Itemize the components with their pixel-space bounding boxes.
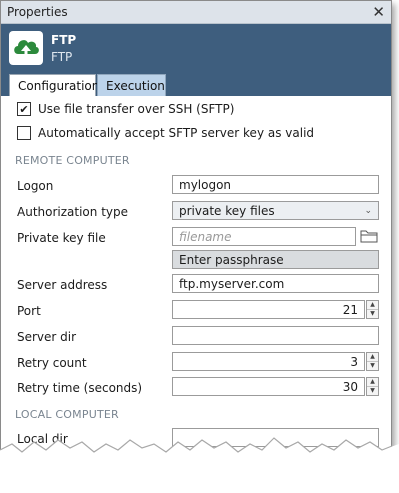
port-up-icon[interactable]: ▲	[367, 301, 378, 310]
retry-count-down-icon[interactable]: ▼	[367, 362, 378, 370]
chevron-down-icon: ⌄	[364, 205, 372, 216]
window-title: Properties	[7, 5, 68, 19]
server-dir-label: Server dir	[17, 330, 77, 344]
item-subtitle: FTP	[51, 49, 73, 64]
sftp-option[interactable]: ✔ Use file transfer over SSH (SFTP)	[17, 102, 234, 116]
properties-window: Properties ✕ FTP FTP Configuration Execu…	[0, 0, 392, 464]
close-icon[interactable]: ✕	[372, 4, 385, 20]
cloud-upload-icon	[9, 31, 43, 65]
retry-count-input[interactable]: 3	[172, 352, 365, 371]
sftp-label: Use file transfer over SSH (SFTP)	[38, 102, 235, 116]
retry-time-label: Retry time (seconds)	[17, 381, 143, 395]
retry-time-up-icon[interactable]: ▲	[367, 378, 378, 387]
title-bar: Properties ✕	[1, 1, 391, 24]
retry-time-input[interactable]: 30	[172, 377, 365, 396]
port-stepper[interactable]: ▲ ▼	[366, 300, 379, 319]
retry-count-stepper[interactable]: ▲ ▼	[366, 352, 379, 371]
logon-input[interactable]: mylogon	[172, 175, 379, 194]
remote-section-heading: REMOTE COMPUTER	[15, 154, 130, 167]
local-section-heading: LOCAL COMPUTER	[15, 408, 119, 421]
tab-execution[interactable]: Execution	[97, 74, 166, 96]
enter-passphrase-button[interactable]: Enter passphrase	[172, 250, 379, 269]
folder-icon[interactable]	[360, 229, 378, 246]
auth-type-value: private key files	[179, 203, 275, 218]
auth-type-label: Authorization type	[17, 205, 128, 219]
retry-count-up-icon[interactable]: ▲	[367, 353, 378, 362]
tab-strip: Configuration Execution	[1, 72, 391, 96]
retry-time-down-icon[interactable]: ▼	[367, 387, 378, 395]
accept-key-checkbox[interactable]	[17, 126, 31, 140]
server-address-label: Server address	[17, 278, 108, 292]
torn-edge	[0, 437, 399, 493]
port-input[interactable]: 21	[172, 300, 365, 319]
server-address-input[interactable]: ftp.myserver.com	[172, 274, 379, 293]
private-key-input[interactable]: filename	[172, 227, 356, 246]
accept-key-label: Automatically accept SFTP server key as …	[38, 126, 315, 140]
tab-configuration[interactable]: Configuration	[9, 74, 99, 96]
port-down-icon[interactable]: ▼	[367, 310, 378, 318]
retry-count-label: Retry count	[17, 356, 87, 370]
accept-key-option[interactable]: Automatically accept SFTP server key as …	[17, 126, 314, 140]
item-header: FTP FTP	[1, 24, 391, 72]
private-key-label: Private key file	[17, 231, 106, 245]
retry-time-stepper[interactable]: ▲ ▼	[366, 377, 379, 396]
logon-label: Logon	[17, 179, 54, 193]
item-name: FTP	[51, 32, 77, 47]
sftp-checkbox[interactable]: ✔	[17, 102, 31, 116]
port-label: Port	[17, 304, 41, 318]
auth-type-select[interactable]: private key files ⌄	[172, 201, 379, 220]
server-dir-input[interactable]	[172, 326, 379, 345]
